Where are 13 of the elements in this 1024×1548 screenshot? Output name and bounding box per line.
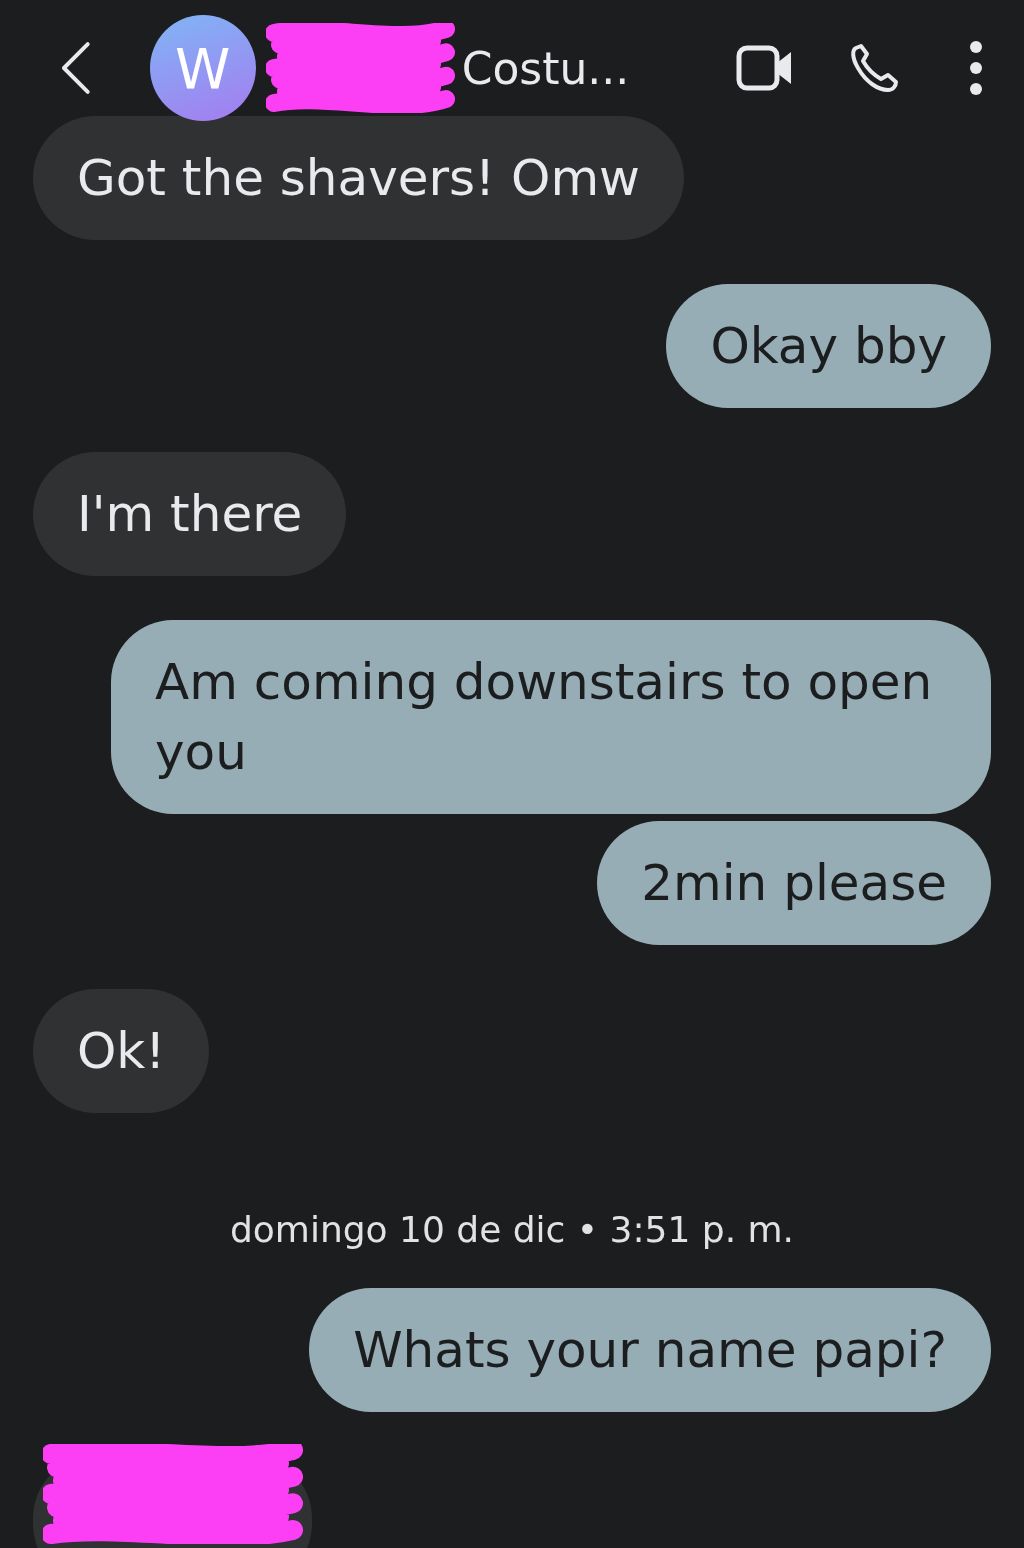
sent-message: Whats your name papi? — [309, 1288, 991, 1412]
sent-message: 2min please — [597, 821, 991, 945]
video-call-icon[interactable] — [736, 43, 794, 93]
sent-message: Okay bby — [666, 284, 991, 408]
phone-icon[interactable] — [848, 42, 900, 94]
more-options-icon[interactable] — [968, 40, 984, 96]
contact-name: Costu... — [461, 42, 630, 94]
avatar[interactable]: W — [149, 15, 256, 121]
timestamp: domingo 10 de dic • 3:51 p. m. — [229, 1209, 795, 1250]
sent-message: Am coming downstairs to open you — [111, 620, 991, 814]
received-message: Ok! — [33, 989, 210, 1113]
received-message: I'm there — [33, 452, 347, 576]
received-message: Got the shavers! Omw — [33, 116, 684, 240]
